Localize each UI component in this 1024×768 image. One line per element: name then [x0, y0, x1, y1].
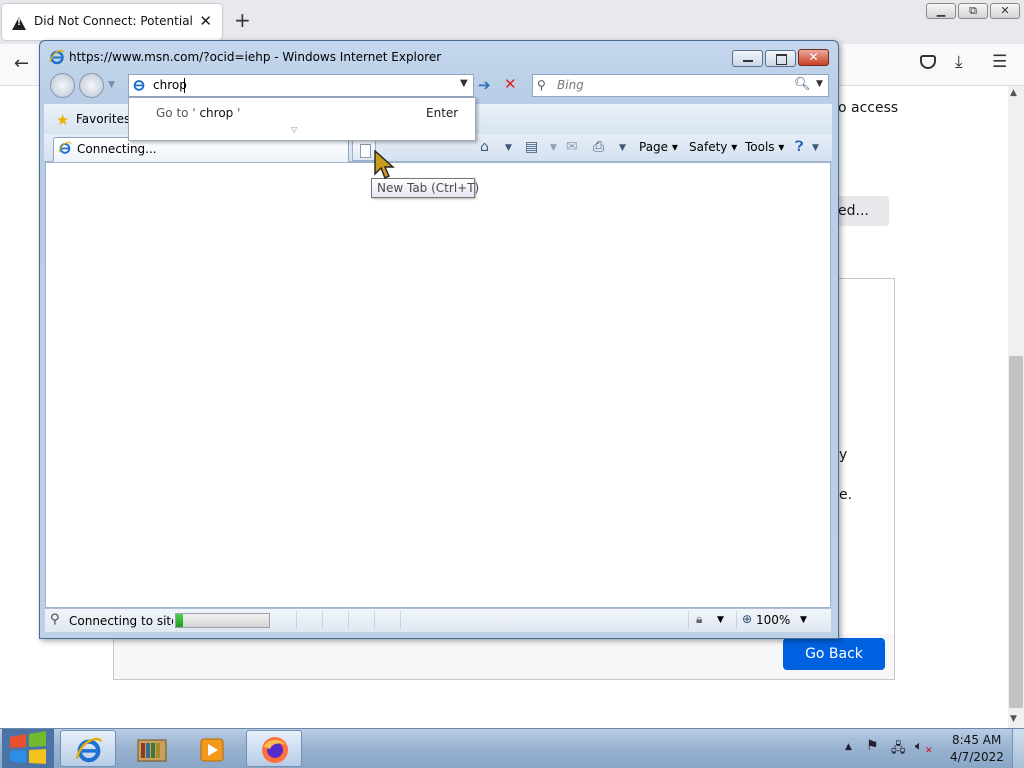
- zoom-dropdown-icon[interactable]: ▼: [800, 615, 807, 625]
- status-divider: [296, 611, 297, 629]
- help-dropdown-icon[interactable]: ▼: [812, 143, 819, 153]
- page-menu-label: Page: [639, 140, 669, 154]
- library-icon: [137, 739, 167, 762]
- ie-tab-title: Connecting...: [77, 142, 157, 156]
- favorites-button[interactable]: Favorites: [76, 112, 130, 126]
- taskbar-ie-button[interactable]: [60, 730, 116, 767]
- firefox-page-text-fragment: e.: [839, 487, 853, 503]
- status-divider: [322, 611, 323, 629]
- print-dropdown-icon[interactable]: ▼: [619, 143, 626, 153]
- home-icon[interactable]: ⌂: [480, 139, 489, 155]
- scroll-down-icon[interactable]: ▼: [1010, 714, 1017, 724]
- help-icon[interactable]: ❓︎: [795, 139, 803, 155]
- ie-logo-icon: [75, 737, 103, 763]
- progress-bar: [175, 613, 270, 628]
- recent-pages-dropdown-icon[interactable]: ▼: [108, 80, 115, 90]
- volume-icon[interactable]: 🔈︎: [915, 739, 923, 754]
- ie-page-content: [45, 162, 831, 608]
- tab-close-icon[interactable]: ✕: [199, 12, 212, 30]
- ie-page-icon: [133, 80, 145, 91]
- page-menu-button[interactable]: Page ▾: [639, 140, 678, 154]
- new-tab-button[interactable]: [352, 139, 376, 161]
- taskbar-media-player-button[interactable]: [183, 730, 239, 767]
- back-button[interactable]: [50, 73, 75, 98]
- feeds-dropdown-icon[interactable]: ▼: [550, 143, 557, 153]
- zoom-icon[interactable]: ⊕: [742, 612, 752, 626]
- download-icon[interactable]: ⤓: [955, 52, 963, 72]
- scroll-up-icon[interactable]: ▲: [1010, 88, 1017, 98]
- stop-icon[interactable]: ✕: [504, 75, 517, 93]
- text-cursor: [184, 78, 185, 93]
- safety-menu-button[interactable]: Safety ▾: [689, 140, 737, 154]
- firefox-close-button[interactable]: ✕: [990, 3, 1020, 19]
- status-divider: [400, 611, 401, 629]
- status-divider: [348, 611, 349, 629]
- autocomplete-goto-item[interactable]: Go to ' chrop ': [156, 106, 240, 120]
- ie-maximize-button[interactable]: [765, 50, 796, 67]
- taskbar-firefox-button[interactable]: [246, 730, 302, 767]
- favorites-star-icon[interactable]: ★: [56, 111, 69, 129]
- go-back-button[interactable]: Go Back: [783, 638, 885, 670]
- forward-button[interactable]: [79, 73, 104, 98]
- firefox-tab-title: Did Not Connect: Potential Security Issu…: [34, 14, 196, 28]
- firefox-page-text-fragment: y: [839, 447, 848, 463]
- warning-icon: [12, 17, 26, 30]
- show-hidden-icons-icon[interactable]: ▲: [845, 742, 852, 752]
- tools-menu-label: Tools: [745, 140, 775, 154]
- autocomplete-goto-prefix: Go to ': [156, 106, 196, 120]
- status-divider: [688, 611, 689, 629]
- zoom-level[interactable]: 100%: [756, 613, 790, 627]
- search-icon: ⚲: [537, 78, 546, 92]
- print-icon[interactable]: ⎙: [593, 139, 604, 155]
- ie-logo-icon: [49, 50, 65, 65]
- clock-date[interactable]: 4/7/2022: [950, 750, 1004, 764]
- status-search-icon: ⚲: [50, 612, 60, 627]
- ie-minimize-button[interactable]: [732, 50, 763, 67]
- firefox-scrollbar-thumb[interactable]: [1009, 356, 1023, 708]
- clock-time[interactable]: 8:45 AM: [952, 733, 1001, 747]
- firefox-minimize-button[interactable]: ▁: [926, 3, 956, 19]
- firefox-advanced-button-label: ed...: [838, 203, 869, 219]
- start-button-icon[interactable]: [2, 729, 54, 768]
- status-text: Connecting to site 13.107.21.200: [69, 614, 173, 628]
- show-desktop-button[interactable]: [1012, 729, 1024, 768]
- muted-x-icon: ✕: [925, 746, 933, 756]
- go-arrow-icon[interactable]: ➔: [478, 76, 491, 94]
- autocomplete-goto-value: chrop: [195, 106, 238, 120]
- safety-menu-label: Safety: [689, 140, 728, 154]
- expand-chevron-icon[interactable]: ▽: [291, 125, 297, 134]
- autocomplete-goto-suffix: ': [237, 106, 241, 120]
- new-tab-button[interactable]: +: [234, 8, 251, 32]
- progress-bar-fill: [176, 614, 183, 627]
- firefox-tab-active[interactable]: Did Not Connect: Potential Security Issu…: [2, 4, 222, 40]
- hamburger-menu-icon[interactable]: ☰: [992, 52, 1007, 72]
- ie-tab-icon: [58, 142, 72, 154]
- status-divider: [374, 611, 375, 629]
- search-options-dropdown-icon[interactable]: ▼: [816, 79, 823, 89]
- network-icon[interactable]: 🖧︎: [891, 739, 906, 761]
- firefox-restore-button[interactable]: ⧉: [958, 3, 988, 19]
- protected-mode-icon[interactable]: 🔒︎: [696, 612, 702, 627]
- taskbar-library-button[interactable]: [122, 730, 178, 767]
- ie-close-button[interactable]: ✕: [798, 49, 829, 66]
- tools-menu-button[interactable]: Tools ▾: [745, 140, 784, 154]
- media-player-icon: [200, 738, 224, 762]
- mouse-cursor-icon: [374, 150, 395, 179]
- address-input[interactable]: chrop: [153, 78, 187, 92]
- feeds-icon[interactable]: ▤: [525, 139, 538, 155]
- search-button-icon[interactable]: 🔍︎: [794, 77, 811, 92]
- autocomplete-enter-hint: Enter: [426, 106, 459, 120]
- action-center-flag-icon[interactable]: ⚑: [866, 738, 879, 754]
- ie-window-title: https://www.msn.com/?ocid=iehp - Windows…: [69, 50, 442, 64]
- status-divider: [736, 611, 737, 629]
- firefox-panel-footer: [114, 634, 894, 679]
- back-arrow-icon[interactable]: ←: [14, 53, 29, 74]
- firefox-logo-icon: [262, 737, 288, 763]
- protected-mode-dropdown-icon[interactable]: ▼: [717, 615, 724, 625]
- search-input[interactable]: Bing: [557, 78, 584, 92]
- address-dropdown-icon[interactable]: ▼: [460, 78, 468, 89]
- mail-icon[interactable]: ✉: [566, 139, 578, 155]
- home-dropdown-icon[interactable]: ▼: [505, 143, 512, 153]
- firefox-page-text-fragment: o access: [838, 100, 899, 116]
